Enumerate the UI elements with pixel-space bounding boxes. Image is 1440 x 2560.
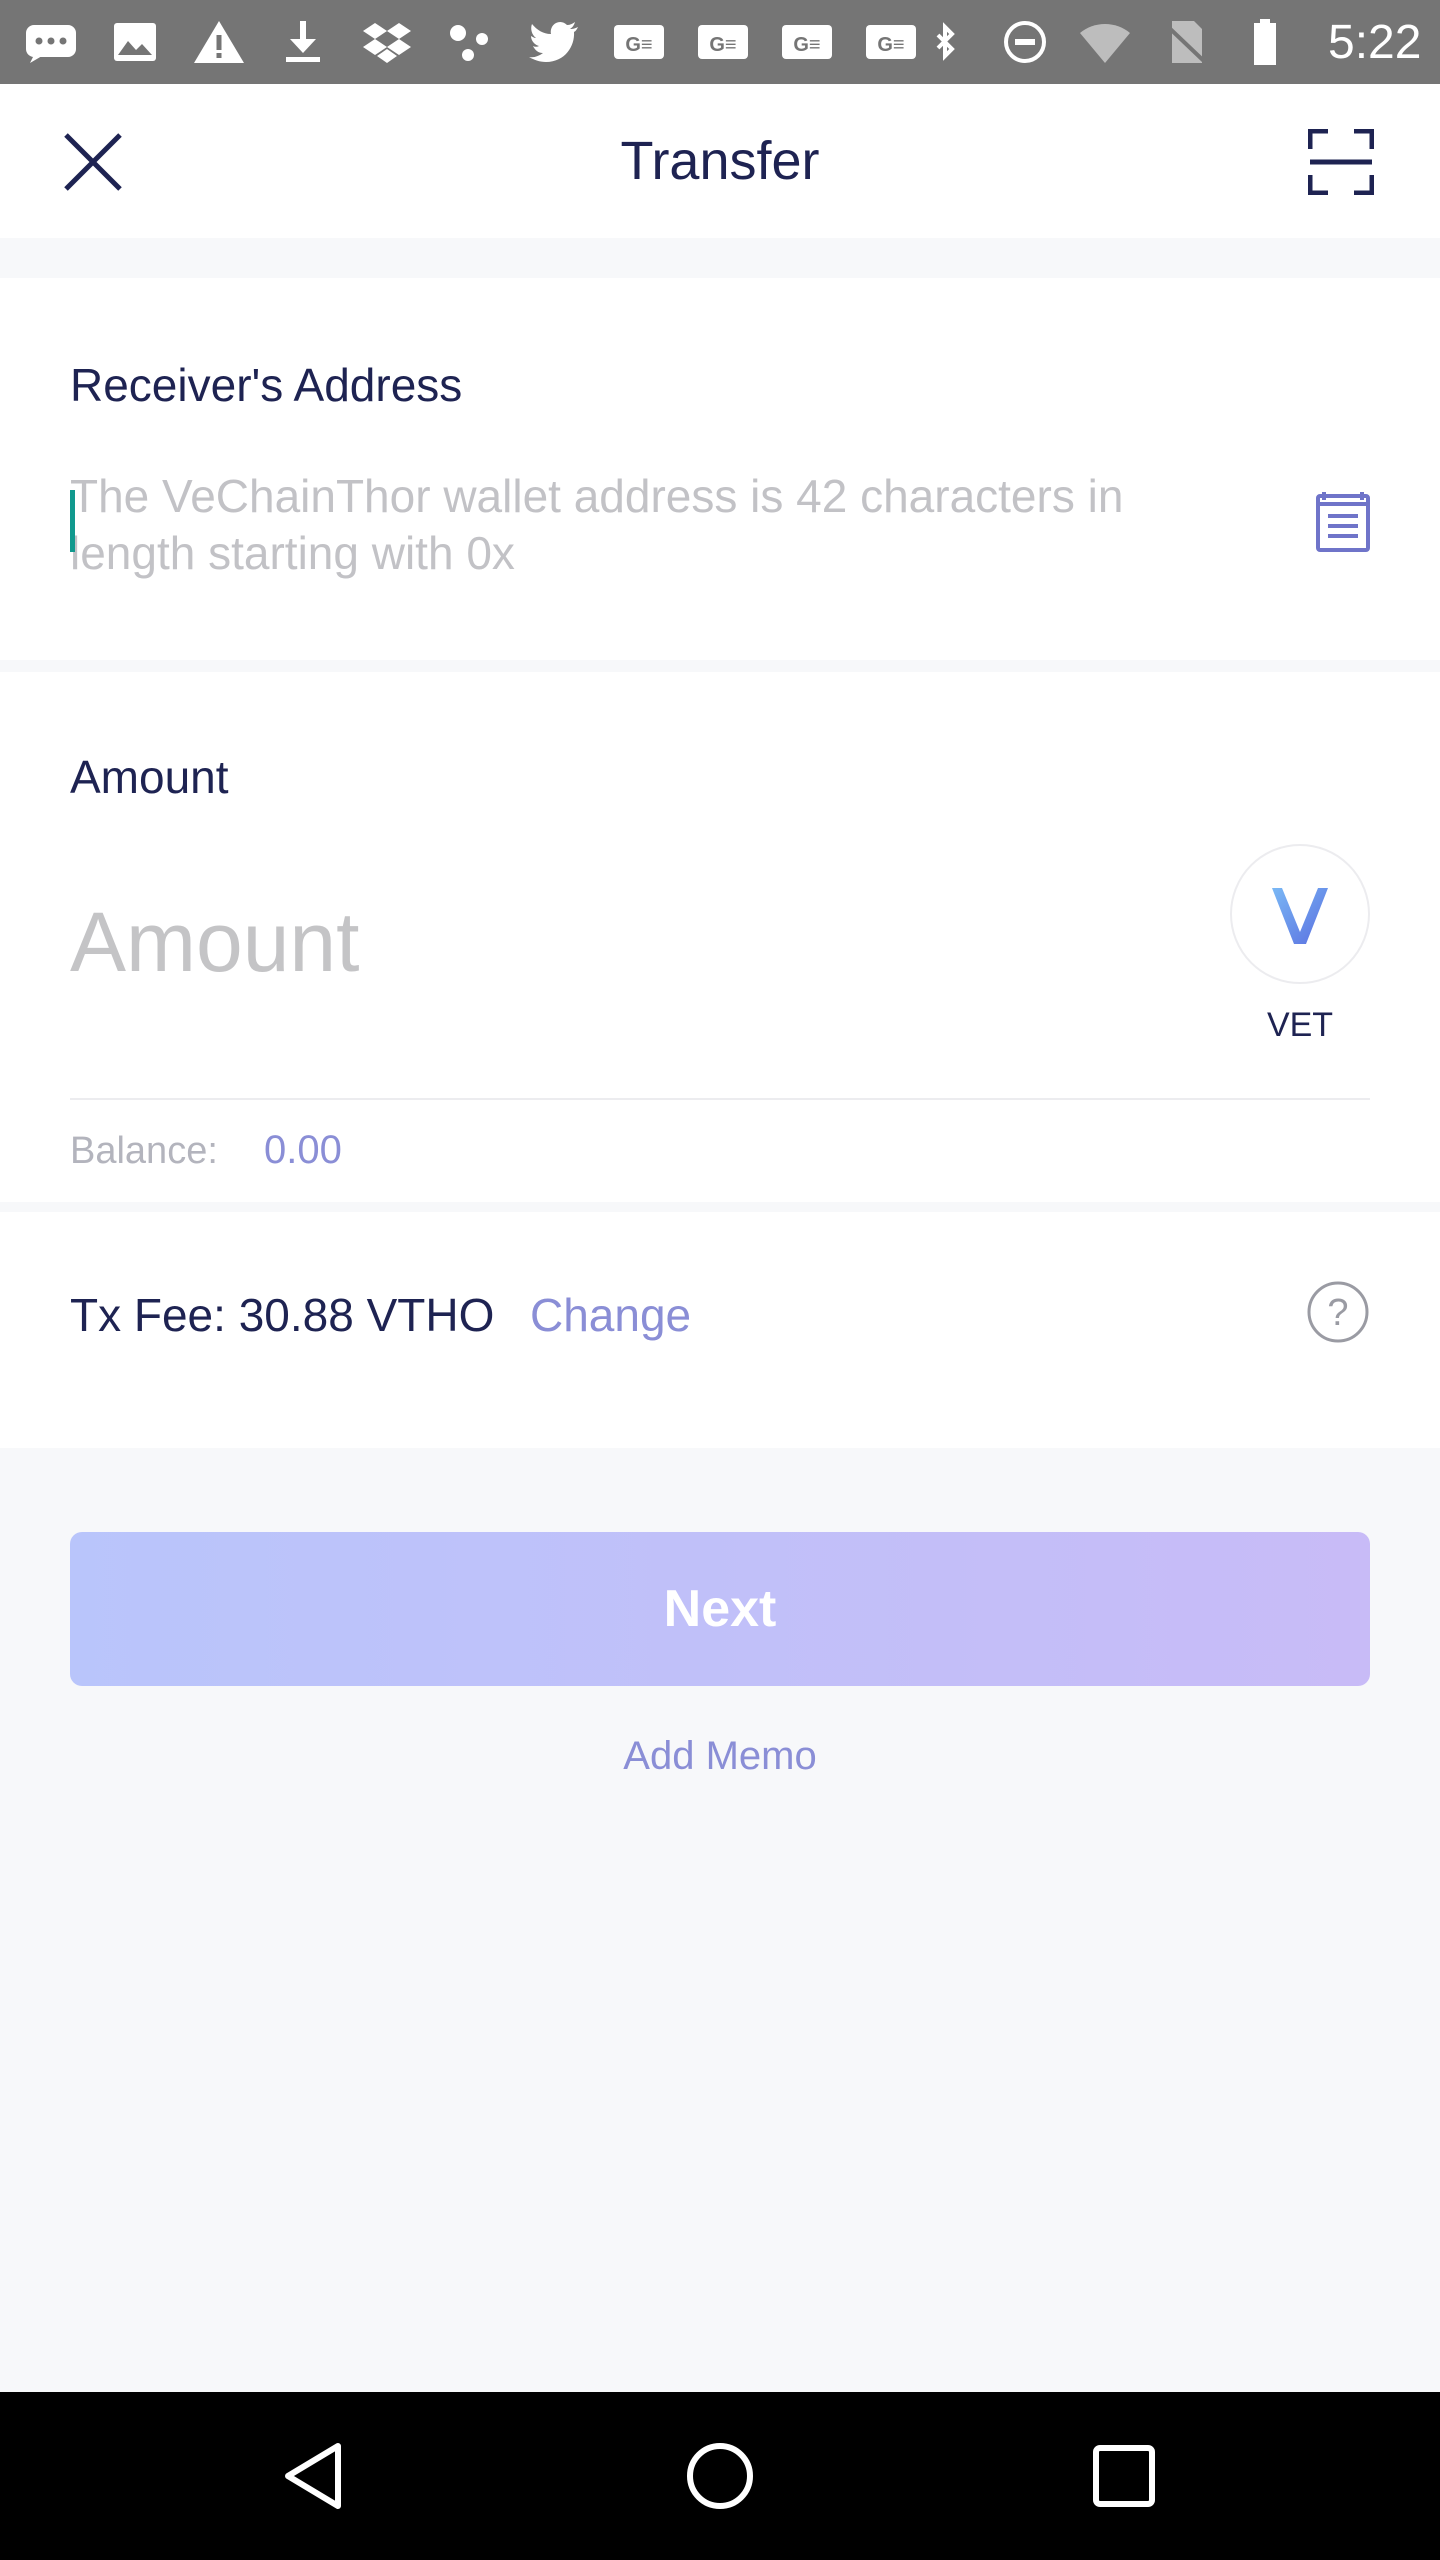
svg-text:G≡: G≡ bbox=[709, 34, 736, 56]
amount-section: Amount VET Balance: 0.00 bbox=[0, 672, 1440, 1202]
ge-icon: G≡ bbox=[780, 19, 834, 65]
system-icons: 5:22 bbox=[918, 15, 1421, 70]
svg-text:G≡: G≡ bbox=[793, 34, 820, 56]
status-bar: G≡ G≡ G≡ G≡ 5:22 bbox=[0, 0, 1440, 84]
system-navigation-bar bbox=[0, 2392, 1440, 2560]
battery-icon bbox=[1238, 19, 1292, 65]
fee-section: Tx Fee: 30.88 VTHO Change ? bbox=[0, 1212, 1440, 1448]
download-icon bbox=[276, 19, 330, 65]
balance-label: Balance: bbox=[70, 1130, 218, 1172]
messaging-icon bbox=[24, 19, 78, 65]
balance-value: 0.00 bbox=[264, 1128, 342, 1172]
warning-icon bbox=[192, 19, 246, 65]
tx-fee-text: Tx Fee: 30.88 VTHO bbox=[70, 1289, 495, 1341]
scan-qr-icon[interactable] bbox=[1307, 128, 1375, 196]
token-symbol: VET bbox=[1266, 1006, 1334, 1044]
wifi-icon bbox=[1078, 19, 1132, 65]
ge-icon: G≡ bbox=[864, 19, 918, 65]
svg-text:?: ? bbox=[1327, 1292, 1348, 1334]
vet-logo-icon bbox=[1272, 888, 1328, 944]
divider bbox=[70, 1098, 1370, 1100]
svg-text:G≡: G≡ bbox=[877, 34, 904, 56]
ge-icon: G≡ bbox=[696, 19, 750, 65]
dots-icon bbox=[444, 19, 498, 65]
back-icon[interactable] bbox=[276, 2436, 356, 2516]
receiver-address-label: Receiver's Address bbox=[70, 359, 463, 411]
recent-apps-icon[interactable] bbox=[1084, 2436, 1164, 2516]
next-button[interactable]: Next bbox=[70, 1532, 1370, 1686]
token-selector[interactable] bbox=[1230, 844, 1370, 984]
change-fee-link[interactable]: Change bbox=[530, 1288, 691, 1342]
svg-text:G≡: G≡ bbox=[625, 34, 652, 56]
image-icon bbox=[108, 19, 162, 65]
notification-icons: G≡ G≡ G≡ G≡ bbox=[24, 19, 918, 65]
home-icon[interactable] bbox=[680, 2436, 760, 2516]
bluetooth-icon bbox=[918, 19, 972, 65]
status-time: 5:22 bbox=[1328, 15, 1422, 69]
do-not-disturb-icon bbox=[998, 19, 1052, 65]
amount-label: Amount bbox=[70, 751, 229, 803]
top-app-bar: Transfer bbox=[0, 84, 1440, 238]
help-icon[interactable]: ? bbox=[1306, 1280, 1370, 1344]
text-cursor bbox=[70, 490, 75, 552]
dropbox-icon bbox=[360, 19, 414, 65]
address-book-icon[interactable] bbox=[1314, 490, 1372, 554]
page-title: Transfer bbox=[620, 131, 820, 191]
add-memo-link[interactable]: Add Memo bbox=[0, 1734, 1440, 1779]
receiver-address-input[interactable] bbox=[70, 468, 1210, 598]
no-sim-icon bbox=[1158, 19, 1212, 65]
twitter-icon bbox=[528, 19, 582, 65]
amount-input[interactable] bbox=[70, 872, 1170, 1012]
receiver-section: Receiver's Address bbox=[0, 278, 1440, 660]
close-icon[interactable] bbox=[60, 129, 126, 195]
ge-icon: G≡ bbox=[612, 19, 666, 65]
